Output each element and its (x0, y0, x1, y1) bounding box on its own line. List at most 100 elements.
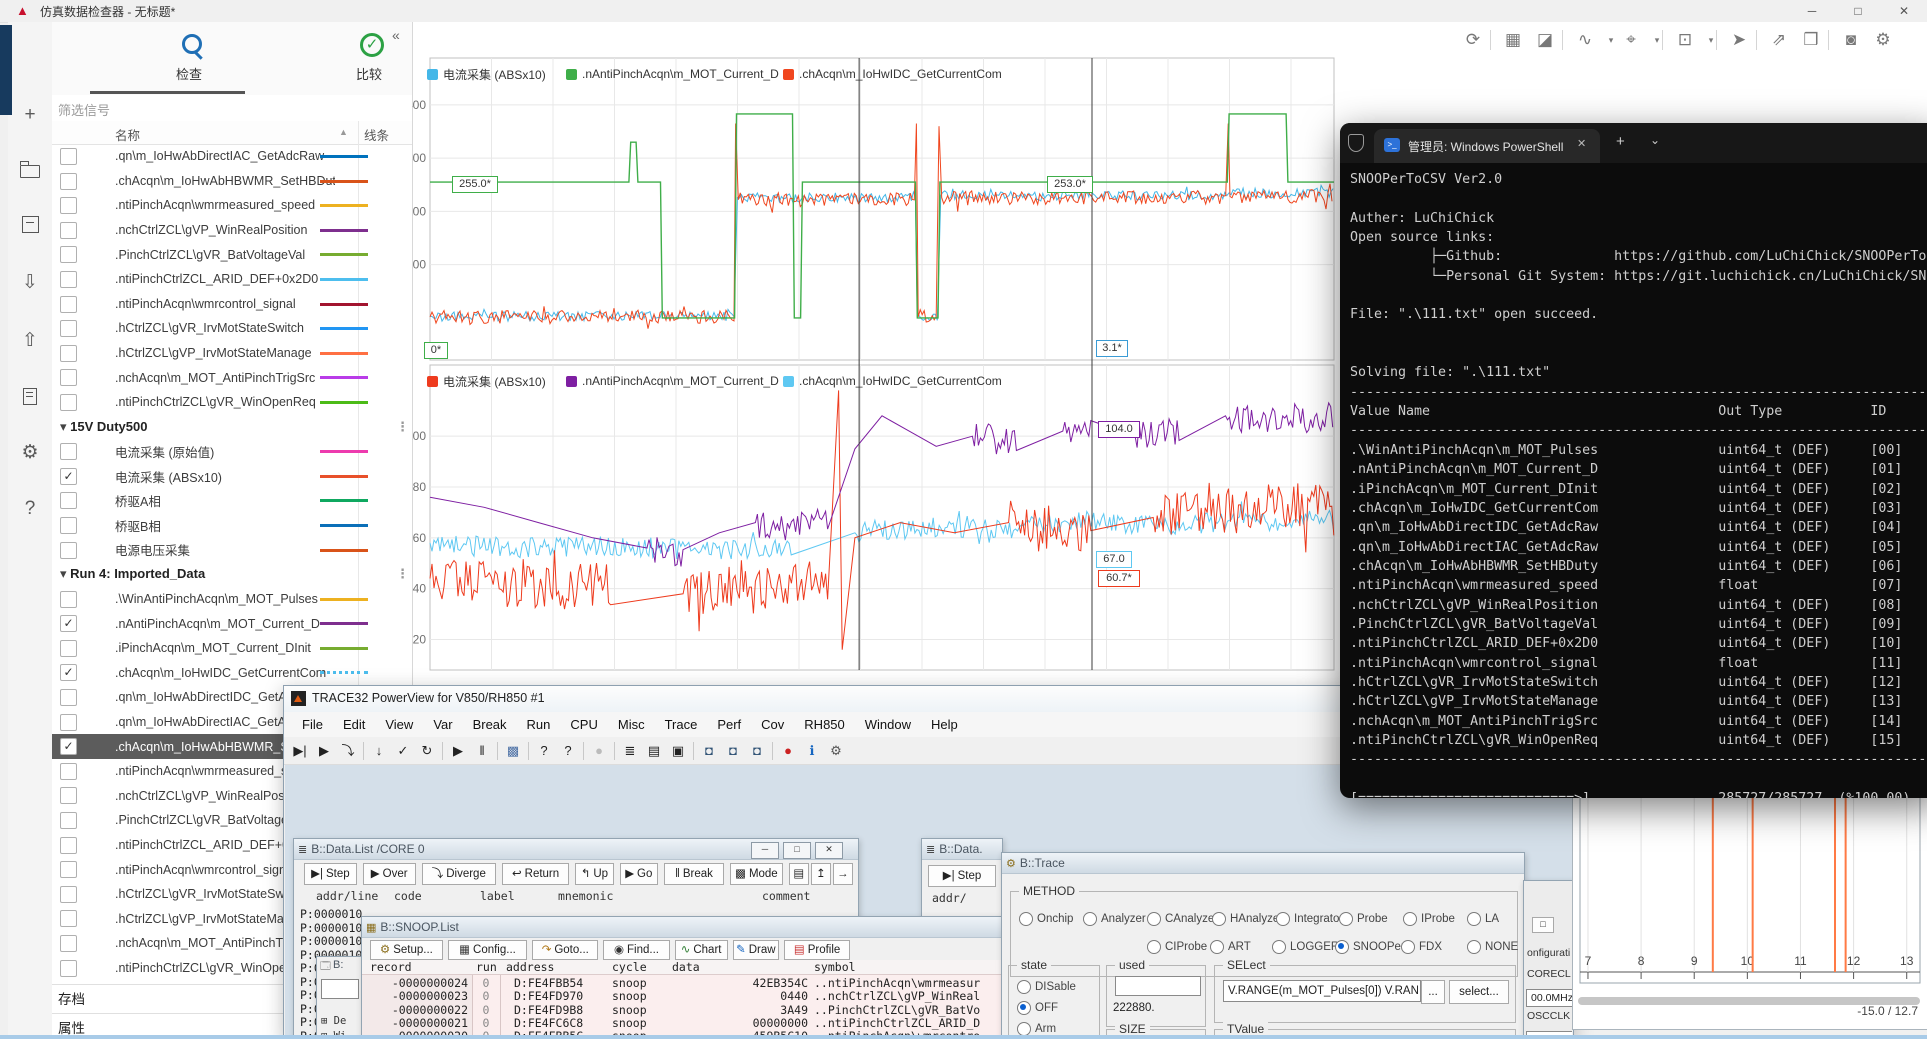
signal-row[interactable]: .\WinAntiPinchAcqn\m_MOT_Pulses (52, 587, 412, 612)
watch-icon[interactable]: ◘ (745, 740, 769, 762)
menu-edit[interactable]: Edit (333, 717, 375, 732)
signal-checkbox[interactable] (60, 173, 77, 190)
datalist-go-button[interactable]: ▶Go (620, 863, 658, 885)
signal-checkbox[interactable] (60, 812, 77, 829)
tree-search-input[interactable] (321, 979, 359, 999)
radio-logger[interactable]: LOGGER (1272, 940, 1339, 954)
signal-checkbox[interactable] (60, 394, 77, 411)
datalist-row[interactable]: P:0000010 (300, 934, 362, 948)
menu-run[interactable]: Run (517, 717, 561, 732)
help-icon[interactable]: ? (532, 740, 556, 762)
signal-row[interactable]: .ntiPinchAcqn\wmrcontrol_signal (52, 292, 412, 317)
snoop-row[interactable]: -00000000220D:FE4FD9B8snoop3A49..PinchCt… (362, 1003, 1002, 1016)
radio-off[interactable]: OFF (1017, 1001, 1058, 1015)
signal-checkbox[interactable] (60, 542, 77, 559)
signal-checkbox[interactable] (60, 714, 77, 731)
signal-checkbox[interactable] (60, 763, 77, 780)
group-menu-icon[interactable]: ⋮⋮ (396, 415, 412, 440)
settings-gear-icon[interactable]: ⚙ (1868, 26, 1898, 54)
signal-checkbox[interactable] (60, 197, 77, 214)
config-maximize-button[interactable]: □ (1532, 917, 1554, 933)
select-field[interactable]: V.RANGE(m_MOT_Pulses[0]) V.RAN (1223, 980, 1421, 1002)
radio-ciprobe[interactable]: CIProbe (1147, 940, 1207, 954)
memory-icon[interactable]: ◘ (721, 740, 745, 762)
signal-checkbox[interactable] (60, 615, 77, 632)
signal-group-header[interactable]: ▾ 15V Duty500⋮⋮ (52, 415, 412, 440)
zoom-data-icon-caret[interactable]: ▾ (1642, 26, 1672, 54)
signal-row[interactable]: .chAcqn\m_IoHwAbHBWMR_SetHBDut (52, 169, 412, 194)
signal-checkbox[interactable] (60, 664, 77, 681)
radio-hanalyzer[interactable]: HAnalyzer (1212, 912, 1283, 926)
signal-row[interactable]: 桥驱A相 (52, 488, 412, 513)
snoop-row[interactable]: -00000000210D:FE4FC6C8snoop00000000..nti… (362, 1016, 1002, 1029)
radio-probe[interactable]: Probe (1339, 912, 1388, 926)
signal-row[interactable]: 电流采集 (原始值) (52, 439, 412, 464)
signal-checkbox[interactable] (60, 837, 77, 854)
tools-icon[interactable]: ⚙ (824, 740, 848, 762)
break-icon[interactable]: ‖ (470, 740, 494, 762)
signal-checkbox[interactable] (60, 443, 77, 460)
snoop-config-button[interactable]: ▦Config... (448, 940, 527, 960)
stop-icon[interactable]: ● (587, 740, 611, 762)
datalist-minimize-button[interactable]: ─ (751, 842, 779, 859)
select-more-button[interactable]: ... (1421, 980, 1445, 1004)
eraser-icon[interactable]: ◪ (1530, 26, 1560, 54)
menu-cpu[interactable]: CPU (560, 717, 607, 732)
signal-checkbox[interactable] (60, 320, 77, 337)
step-icon[interactable]: ▶| (288, 740, 312, 762)
signal-row[interactable]: .nchAcqn\m_MOT_AntiPinchTrigSrc (52, 365, 412, 390)
register-icon[interactable]: ▣ (666, 740, 690, 762)
fullscreen-icon[interactable]: ❒ (1796, 26, 1826, 54)
datalist-extra-icon[interactable]: ↥ (811, 863, 831, 885)
signal-checkbox[interactable] (60, 591, 77, 608)
step-over-icon[interactable]: ▶ (312, 740, 336, 762)
menu-trace[interactable]: Trace (655, 717, 708, 732)
snoop-draw-button[interactable]: ✎Draw (733, 940, 779, 960)
pointer-icon[interactable]: ➤ (1724, 26, 1754, 54)
signal-checkbox[interactable] (60, 222, 77, 239)
radio-iprobe[interactable]: IProbe (1403, 912, 1455, 926)
snoop-row[interactable]: -00000000240D:FE4FBB54snoop42EB354C..nti… (362, 976, 1002, 989)
signal-row[interactable]: .nAntiPinchAcqn\m_MOT_Current_D (52, 611, 412, 636)
menu-misc[interactable]: Misc (608, 717, 655, 732)
breakpoint-icon[interactable]: ● (776, 740, 800, 762)
signal-row[interactable]: .hCtrlZCL\gVP_IrvMotStateManage (52, 341, 412, 366)
signal-checkbox[interactable] (60, 689, 77, 706)
snoop-goto-button[interactable]: ↷Goto... (532, 940, 598, 960)
datalist-diverge-button[interactable]: ⤵Diverge (422, 863, 496, 885)
close-button[interactable]: ✕ (1881, 0, 1927, 22)
datalist-extra-icon[interactable]: → (833, 863, 853, 885)
tab-dropdown-icon[interactable]: ⌄ (1650, 133, 1660, 147)
signal-row[interactable]: .PinchCtrlZCL\gVR_BatVoltageVal (52, 242, 412, 267)
go-up-icon[interactable]: ↻ (415, 740, 439, 762)
save-icon[interactable] (8, 210, 52, 240)
powershell-tab[interactable]: >_ 管理员: Windows PowerShell ✕ (1374, 129, 1600, 163)
tab-close-icon[interactable]: ✕ (1577, 137, 1586, 150)
signal-row[interactable]: .chAcqn\m_IoHwIDC_GetCurrentCom (52, 660, 412, 685)
sdi-plots[interactable]: 40030020010010080604020 (412, 55, 1347, 687)
col-name[interactable]: 名称 (115, 125, 140, 144)
signal-row[interactable]: .hCtrlZCL\gVR_IrvMotStateSwitch (52, 316, 412, 341)
menu-view[interactable]: View (375, 717, 423, 732)
powershell-titlebar[interactable]: >_ 管理员: Windows PowerShell ✕ + ⌄ (1340, 123, 1927, 163)
signal-checkbox[interactable] (60, 640, 77, 657)
signal-filter-input[interactable]: 筛选信号 (52, 95, 412, 122)
menu-var[interactable]: Var (423, 717, 462, 732)
signal-checkbox[interactable] (60, 861, 77, 878)
select-button[interactable]: select... (1449, 980, 1509, 1004)
minimize-button[interactable]: ─ (1789, 0, 1835, 22)
radio-disable[interactable]: DISable (1017, 980, 1076, 994)
config-field[interactable]: 00.0MHz (1526, 989, 1572, 1007)
signal-row[interactable]: 电源电压采集 (52, 538, 412, 563)
report-icon[interactable] (8, 382, 52, 412)
signal-group-header[interactable]: ▾ Run 4: Imported_Data⋮⋮ (52, 562, 412, 587)
tab-inspect[interactable]: 检查 (114, 28, 264, 83)
signal-row[interactable]: 电流采集 (ABSx10) (52, 464, 412, 489)
menu-file[interactable]: File (292, 717, 333, 732)
radio-art[interactable]: ART (1210, 940, 1251, 954)
signal-checkbox[interactable] (60, 492, 77, 509)
datalist-up-button[interactable]: ↰Up (575, 863, 613, 885)
open-folder-icon[interactable] (8, 154, 52, 184)
datalist-maximize-button[interactable]: □ (783, 842, 811, 859)
datalist-close-button[interactable]: ✕ (815, 842, 843, 859)
